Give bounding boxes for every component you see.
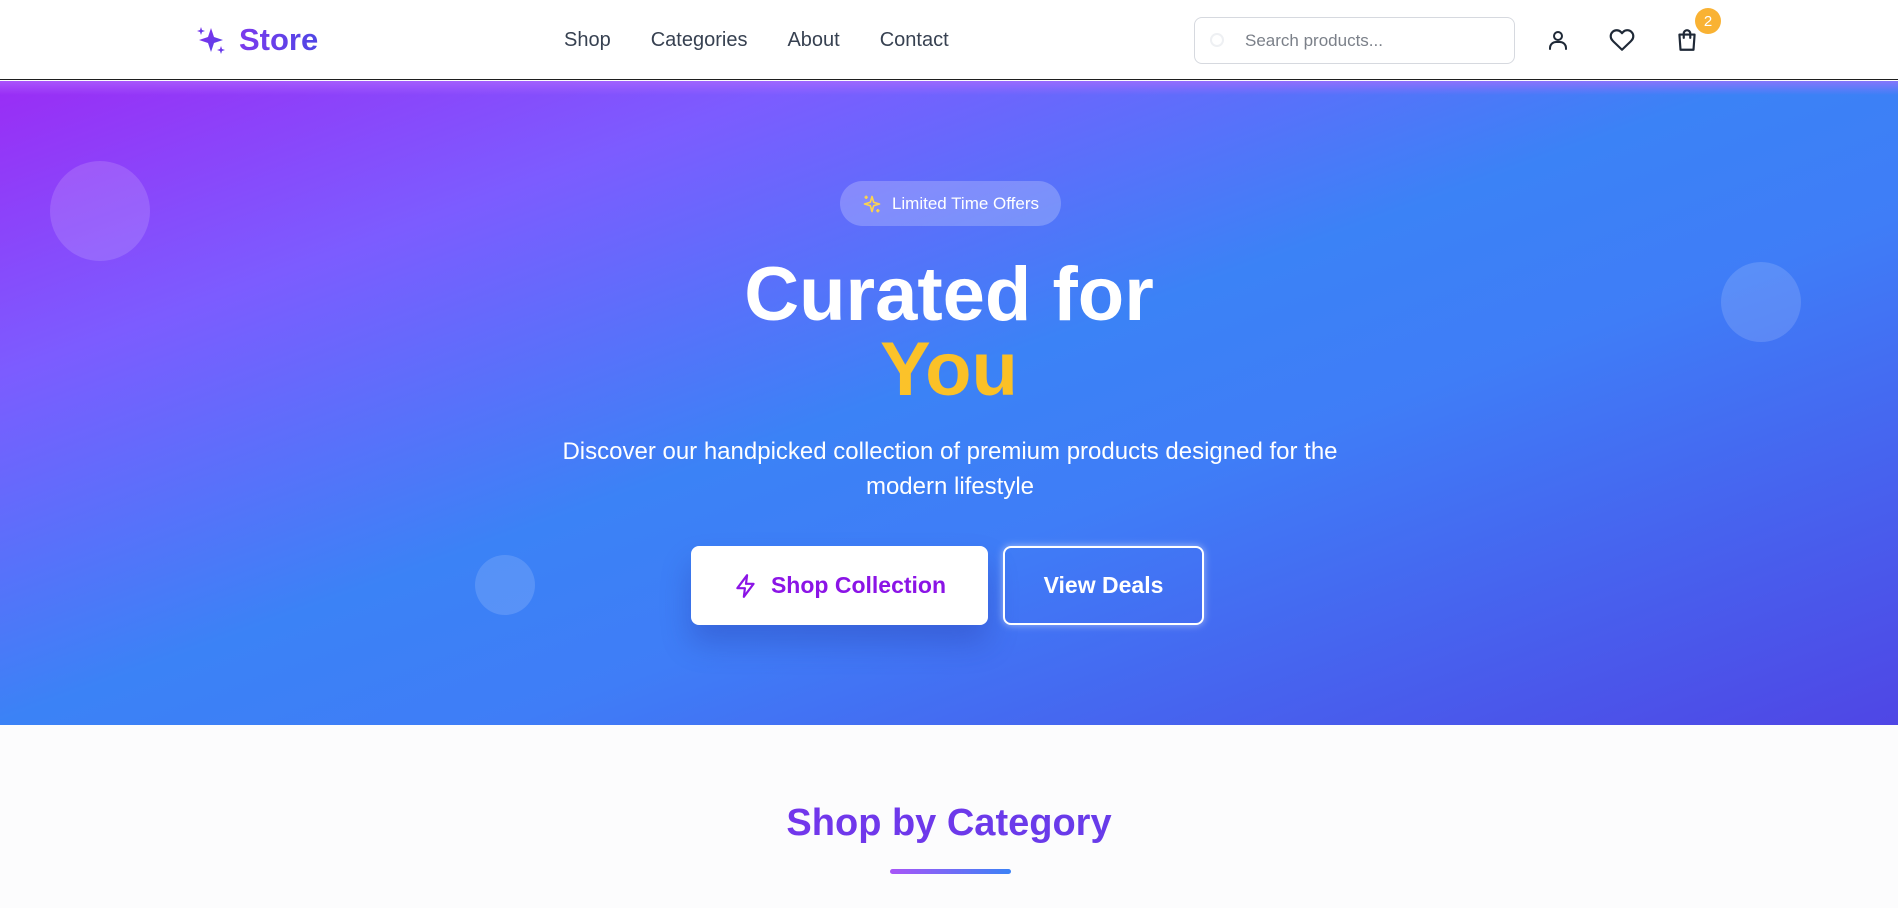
lightning-icon <box>736 573 755 598</box>
hero-subtitle: Discover our handpicked collection of pr… <box>562 438 1338 500</box>
main-menu: Shop Categories About Contact <box>564 27 949 53</box>
limited-offer-pill: Limited Time Offers <box>840 181 1061 226</box>
decorative-circle <box>475 555 535 615</box>
section-title-underline <box>890 869 1011 874</box>
hero-title-line2: You <box>0 332 1898 408</box>
search-box <box>1194 17 1515 64</box>
brand-logo[interactable]: Store <box>195 20 318 60</box>
section-title: Shop by Category <box>0 800 1898 846</box>
nav-link-shop[interactable]: Shop <box>564 27 611 53</box>
view-deals-label: View Deals <box>1043 572 1164 598</box>
search-icon <box>1210 33 1224 47</box>
user-icon <box>1549 31 1567 50</box>
brand-name: Store <box>239 22 319 57</box>
pill-text: Limited Time Offers <box>891 193 1040 213</box>
nav-link-about[interactable]: About <box>787 27 839 53</box>
search-input[interactable] <box>1245 18 1505 63</box>
nav-link-contact[interactable]: Contact <box>880 27 949 53</box>
cart-button[interactable] <box>1673 26 1701 54</box>
shop-collection-label: Shop Collection <box>770 572 947 598</box>
wishlist-button[interactable] <box>1608 26 1636 54</box>
nav-link-categories[interactable]: Categories <box>651 27 748 53</box>
cart-count-badge: 2 <box>1695 8 1721 34</box>
account-button[interactable] <box>1544 26 1572 54</box>
heart-icon <box>1609 29 1635 51</box>
shopping-bag-icon <box>1678 29 1696 51</box>
decorative-circle <box>50 161 150 261</box>
hero-title-line1: Curated for <box>744 252 1154 337</box>
sparkles-icon <box>863 195 881 212</box>
shop-collection-button[interactable]: Shop Collection <box>691 546 988 625</box>
top-navigation: Store Shop Categories About Contact 2 <box>0 0 1898 80</box>
view-deals-button[interactable]: View Deals <box>1003 546 1204 625</box>
sparkles-icon <box>197 27 225 54</box>
hero-banner: Limited Time Offers Curated for You Disc… <box>0 81 1898 725</box>
